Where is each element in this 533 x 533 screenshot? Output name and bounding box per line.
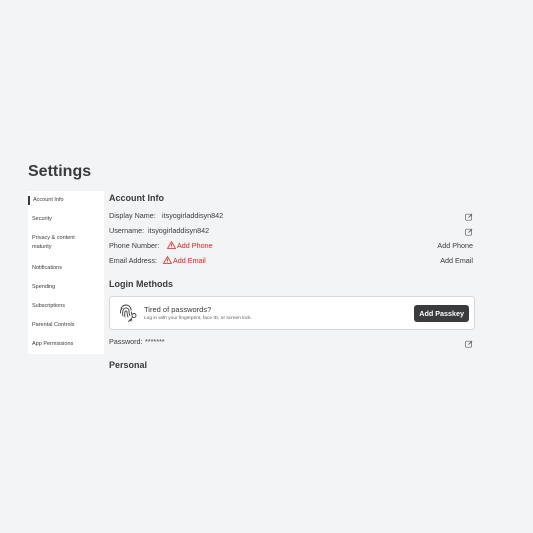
add-passkey-button[interactable]: Add Passkey xyxy=(414,305,469,322)
sidebar-item-app-permissions[interactable]: App Permissions xyxy=(28,340,104,349)
sidebar-item-subscriptions[interactable]: Subscriptions xyxy=(28,302,104,311)
password-value: ******* xyxy=(145,337,165,346)
personal-heading: Personal xyxy=(109,360,148,370)
sidebar-item-spending[interactable]: Spending xyxy=(28,283,104,292)
passkey-subtitle: Log in with your fingerprint, face ID, o… xyxy=(144,316,252,321)
warning-triangle-icon xyxy=(163,256,172,264)
passkey-card: Tired of passwords? Log in with your fin… xyxy=(109,296,475,330)
phone-number-label: Phone Number: xyxy=(109,241,160,250)
username-value: itsyogirladdisyn842 xyxy=(148,226,210,235)
settings-sidebar: Account Info Security Privacy & content … xyxy=(28,191,104,354)
email-address-label: Email Address: xyxy=(109,256,157,265)
sidebar-item-parental-controls[interactable]: Parental Controls xyxy=(28,321,104,330)
sidebar-item-notifications[interactable]: Notifications xyxy=(28,264,104,273)
edit-icon[interactable] xyxy=(465,228,473,236)
add-email-warning-text: Add Email xyxy=(173,256,206,265)
sidebar-item-security[interactable]: Security xyxy=(28,215,104,224)
sidebar-item-account-info[interactable]: Account Info xyxy=(28,196,104,205)
add-phone-button[interactable]: Add Phone xyxy=(437,241,473,251)
display-name-value: itsyogirladdisyn842 xyxy=(162,211,224,220)
add-phone-warning-link[interactable]: Add Phone xyxy=(167,241,213,251)
edit-icon[interactable] xyxy=(465,213,473,221)
account-info-heading: Account Info xyxy=(109,193,164,203)
add-email-button[interactable]: Add Email xyxy=(440,256,473,266)
edit-icon[interactable] xyxy=(465,340,473,348)
login-methods-heading: Login Methods xyxy=(109,279,173,289)
password-label: Password: xyxy=(109,337,143,346)
username-label: Username: xyxy=(109,226,145,235)
sidebar-item-privacy[interactable]: Privacy & content maturity xyxy=(28,234,88,252)
passkey-title: Tired of passwords? xyxy=(144,305,212,314)
warning-triangle-icon xyxy=(167,241,176,249)
add-phone-warning-text: Add Phone xyxy=(177,241,213,250)
fingerprint-key-icon xyxy=(120,304,137,322)
display-name-label: Display Name: xyxy=(109,211,156,220)
add-email-warning-link[interactable]: Add Email xyxy=(163,256,206,266)
page-title: Settings xyxy=(28,163,92,180)
